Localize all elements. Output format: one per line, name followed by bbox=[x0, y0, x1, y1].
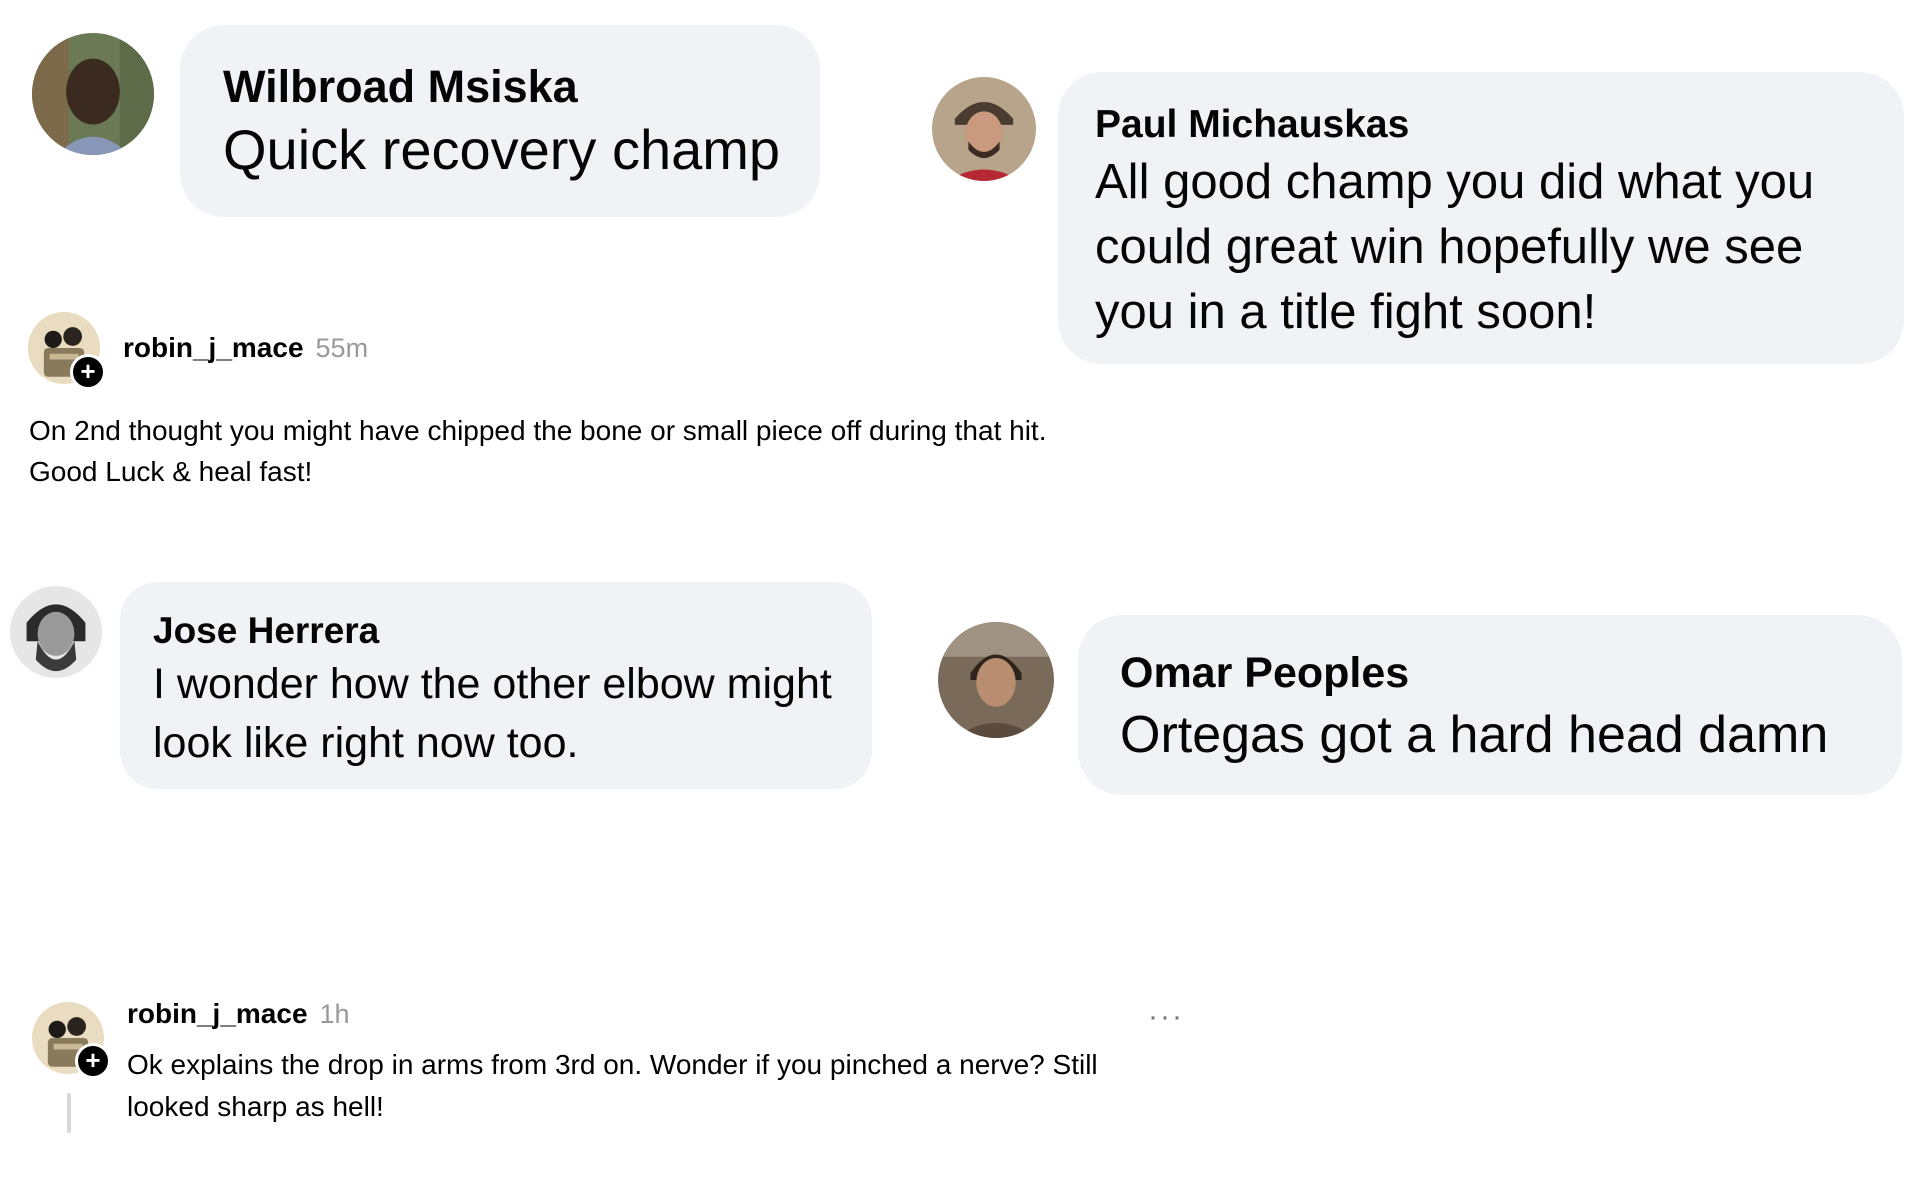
more-options-icon[interactable]: ··· bbox=[1148, 1000, 1184, 1034]
comments-screenshot: Wilbroad Msiska Quick recovery champ Pau… bbox=[0, 0, 1920, 1200]
avatar-photo bbox=[938, 622, 1054, 738]
post-text: Ok explains the drop in arms from 3rd on… bbox=[127, 1049, 1098, 1122]
avatar-photo bbox=[932, 77, 1036, 181]
post-header: robin_j_mace 1h bbox=[127, 998, 350, 1030]
follow-plus-icon[interactable]: + bbox=[75, 1043, 111, 1079]
comment-author[interactable]: Paul Michauskas bbox=[1095, 100, 1874, 150]
post-text: On 2nd thought you might have chipped th… bbox=[29, 415, 1047, 487]
comment-author[interactable]: Wilbroad Msiska bbox=[223, 59, 776, 115]
comment-author[interactable]: Omar Peoples bbox=[1120, 645, 1874, 701]
avatar-jose-herrera[interactable] bbox=[10, 586, 102, 678]
comment-text: All good champ you did what you could gr… bbox=[1095, 155, 1815, 339]
post-timestamp[interactable]: 55m bbox=[316, 333, 369, 364]
comment-bubble: Wilbroad Msiska Quick recovery champ bbox=[180, 25, 820, 217]
comment-bubble: Jose Herrera I wonder how the other elbo… bbox=[120, 582, 872, 789]
comment-bubble: Paul Michauskas All good champ you did w… bbox=[1058, 72, 1904, 364]
thread-line bbox=[67, 1093, 71, 1133]
comment-text: Ortegas got a hard head damn bbox=[1120, 706, 1829, 764]
post-username[interactable]: robin_j_mace bbox=[127, 998, 308, 1030]
avatar-photo bbox=[10, 586, 102, 678]
post-timestamp[interactable]: 1h bbox=[320, 999, 350, 1030]
avatar-omar-peoples[interactable] bbox=[938, 622, 1054, 738]
avatar-wilbroad-msiska[interactable] bbox=[32, 33, 154, 155]
avatar-paul-michauskas[interactable] bbox=[932, 77, 1036, 181]
post-header: robin_j_mace 55m bbox=[123, 332, 368, 364]
comment-text: Quick recovery champ bbox=[223, 118, 781, 181]
comment-bubble: Omar Peoples Ortegas got a hard head dam… bbox=[1078, 615, 1902, 795]
comment-author[interactable]: Jose Herrera bbox=[153, 607, 842, 655]
follow-plus-icon[interactable]: + bbox=[70, 354, 106, 390]
post-username[interactable]: robin_j_mace bbox=[123, 332, 304, 364]
comment-text: I wonder how the other elbow might look … bbox=[153, 660, 832, 767]
avatar-photo bbox=[32, 33, 154, 155]
